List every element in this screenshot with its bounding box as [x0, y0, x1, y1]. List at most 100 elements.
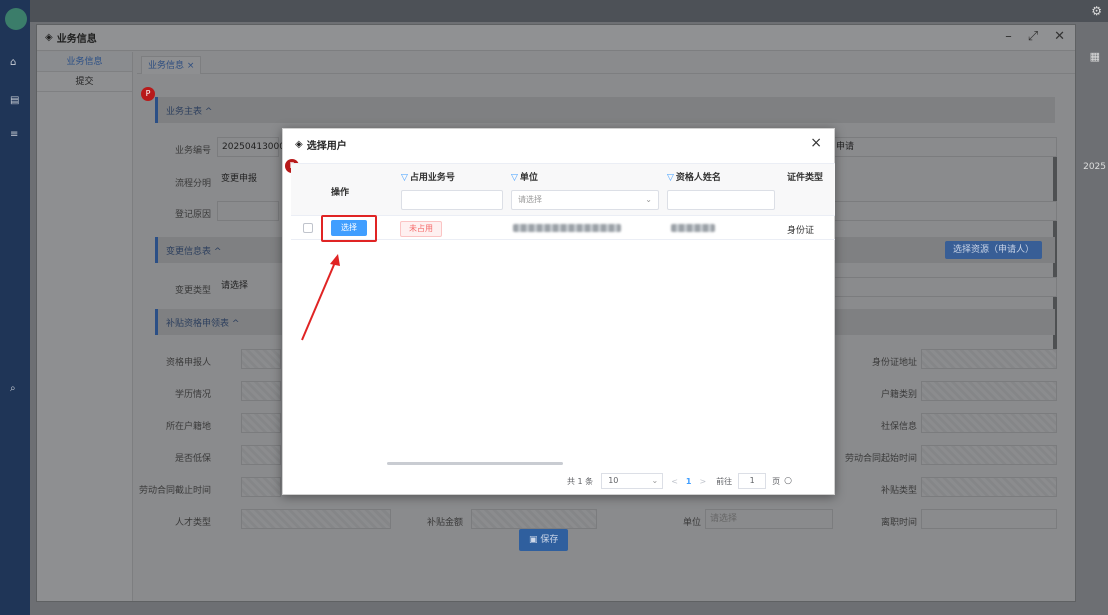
- subsidy-type-label: 补贴类型: [880, 486, 917, 496]
- goto-label: 前往: [716, 476, 733, 486]
- talent-type-label: 人才类型: [174, 518, 211, 528]
- document-icon[interactable]: ▤: [10, 96, 20, 106]
- fullscreen-icon[interactable]: ⤢: [1028, 29, 1038, 44]
- change-type-right-field[interactable]: [831, 277, 1057, 297]
- minimize-icon[interactable]: –: [1005, 29, 1012, 44]
- filter-icon[interactable]: ▽: [667, 173, 674, 183]
- apps-grid-icon[interactable]: ▦: [1090, 50, 1100, 63]
- save-icon: ▣: [529, 535, 541, 545]
- prev-page-icon[interactable]: <: [671, 477, 678, 486]
- select-resource-button[interactable]: 选择资源（申请人）: [945, 241, 1043, 259]
- goto-page-input[interactable]: 1: [738, 473, 767, 489]
- id-address-label: 身份证地址: [871, 358, 917, 368]
- gear-icon[interactable]: ⚙: [1091, 4, 1102, 18]
- unit-cell-redacted: [513, 224, 621, 232]
- modal-close-icon[interactable]: ×: [810, 135, 822, 151]
- residence-label: 所在户籍地: [165, 422, 211, 432]
- layers-icon: ◈: [45, 32, 53, 43]
- change-type-select[interactable]: 请选择: [217, 277, 279, 297]
- person-name-cell-redacted: [671, 224, 715, 232]
- tab-business-info[interactable]: 业务信息 ×: [141, 56, 202, 74]
- resign-time-picker[interactable]: [921, 509, 1057, 529]
- applicant-field[interactable]: [241, 349, 281, 369]
- close-window-icon[interactable]: ✕: [1054, 29, 1065, 44]
- page-size-value: 10: [608, 476, 619, 485]
- save-button[interactable]: ▣ 保存: [519, 529, 569, 551]
- low-income-field[interactable]: [241, 445, 281, 465]
- column-header-unit[interactable]: ▽ 单位: [511, 170, 538, 183]
- subsidy-amount-field[interactable]: [471, 509, 597, 529]
- social-security-label: 社保信息: [880, 422, 917, 432]
- change-type-label: 变更类型: [174, 286, 211, 296]
- table-header: 操作 ▽ 占用业务号 ▽ 单位 请选择 ⌄ ▽ 资格人姓名 证件类型: [291, 164, 835, 216]
- layers-icon: ◈: [295, 138, 303, 150]
- list-icon[interactable]: ≡: [10, 130, 20, 140]
- filter-icon[interactable]: ▽: [401, 173, 408, 183]
- window-title: 业务信息: [56, 34, 97, 45]
- column-label: 单位: [519, 173, 538, 183]
- business-sidebar: 业务信息 提交: [37, 52, 133, 601]
- unit-select[interactable]: 请选择: [705, 509, 833, 529]
- app-logo: [5, 8, 27, 30]
- select-user-modal: ◈ 选择用户 × P 操作 ▽占用业务号 ▽单位 请选择 ⌄ ▽资格人姓名 证件…: [282, 128, 835, 495]
- pagination: 共 1 条 10 ⌄ < 1 > 前往 1 页 ○: [567, 473, 792, 489]
- unit-label: 单位: [682, 518, 701, 528]
- modal-header: ◈ 选择用户: [283, 129, 834, 159]
- column-label: 占用业务号: [409, 173, 455, 183]
- column-header-action: 操作: [331, 188, 350, 198]
- window-title-bar: ◈ 业务信息: [37, 25, 1075, 51]
- sidebar-item-submit[interactable]: 提交: [37, 72, 132, 92]
- refresh-icon[interactable]: ○: [784, 476, 792, 486]
- column-label: 资格人姓名: [675, 173, 721, 183]
- contract-end-field[interactable]: [241, 477, 281, 497]
- filter-icon[interactable]: ▽: [511, 173, 518, 183]
- app-topbar-background: [30, 0, 1108, 22]
- business-no-field[interactable]: 202504130000: [217, 137, 291, 157]
- status-badge: 未占用: [400, 221, 442, 237]
- residence-field[interactable]: [241, 413, 281, 433]
- applicant-label: 资格申报人: [165, 358, 211, 368]
- education-label: 学历情况: [174, 390, 211, 400]
- talent-type-field[interactable]: [241, 509, 391, 529]
- occupied-no-filter-input[interactable]: [401, 190, 503, 210]
- modal-title: 选择用户: [306, 140, 347, 152]
- tab-bar: 业务信息 ×: [137, 52, 1075, 74]
- page-size-select[interactable]: 10 ⌄: [601, 473, 664, 489]
- column-header-person-name[interactable]: ▽ 资格人姓名: [667, 170, 721, 183]
- search-icon[interactable]: ⌕: [10, 384, 20, 394]
- section-main-header[interactable]: 业务主表 ^: [155, 97, 1055, 123]
- tab-close-icon[interactable]: ×: [187, 61, 195, 71]
- current-page[interactable]: 1: [686, 477, 692, 486]
- column-header-occupied-no[interactable]: ▽ 占用业务号: [401, 170, 455, 183]
- person-name-filter-input[interactable]: [667, 190, 775, 210]
- business-no-label: 业务编号: [174, 146, 211, 156]
- resign-time-label: 离职时间: [880, 518, 917, 528]
- window-controls: – ⤢ ✕: [1005, 29, 1065, 44]
- column-header-id-type: 证件类型: [787, 173, 824, 183]
- pagination-total: 共 1 条: [567, 476, 594, 486]
- household-type-field[interactable]: [921, 381, 1057, 401]
- save-label: 保存: [540, 535, 559, 545]
- next-page-icon[interactable]: >: [699, 477, 706, 486]
- contract-start-field[interactable]: [921, 445, 1057, 465]
- education-field[interactable]: [241, 381, 281, 401]
- horizontal-scrollbar[interactable]: [387, 462, 563, 465]
- reg-reason-input-right[interactable]: [831, 201, 1057, 221]
- process-branch-label: 流程分明: [174, 179, 211, 189]
- unit-filter-select[interactable]: 请选择 ⌄: [511, 190, 659, 210]
- subsidy-type-field[interactable]: [921, 477, 1057, 497]
- sidebar-item-business-info[interactable]: 业务信息: [37, 52, 132, 72]
- home-icon[interactable]: ⌂: [10, 58, 20, 68]
- id-address-field[interactable]: [921, 349, 1057, 369]
- row-checkbox[interactable]: [303, 223, 313, 233]
- user-table: 操作 ▽ 占用业务号 ▽ 单位 请选择 ⌄ ▽ 资格人姓名 证件类型 选择 未占用: [291, 163, 835, 463]
- chevron-down-icon: ⌄: [651, 476, 659, 485]
- app-sidebar-background: ⌂ ▤ ≡ ⌕: [0, 0, 30, 615]
- reg-reason-input[interactable]: [217, 201, 279, 221]
- page-suffix: 页: [772, 476, 781, 486]
- process-branch-value: 变更申报: [221, 174, 258, 184]
- apply-field[interactable]: 申请: [831, 137, 1057, 157]
- contract-end-label: 劳动合同截止时间: [138, 486, 211, 496]
- social-security-field[interactable]: [921, 413, 1057, 433]
- chevron-down-icon: ⌄: [645, 195, 652, 204]
